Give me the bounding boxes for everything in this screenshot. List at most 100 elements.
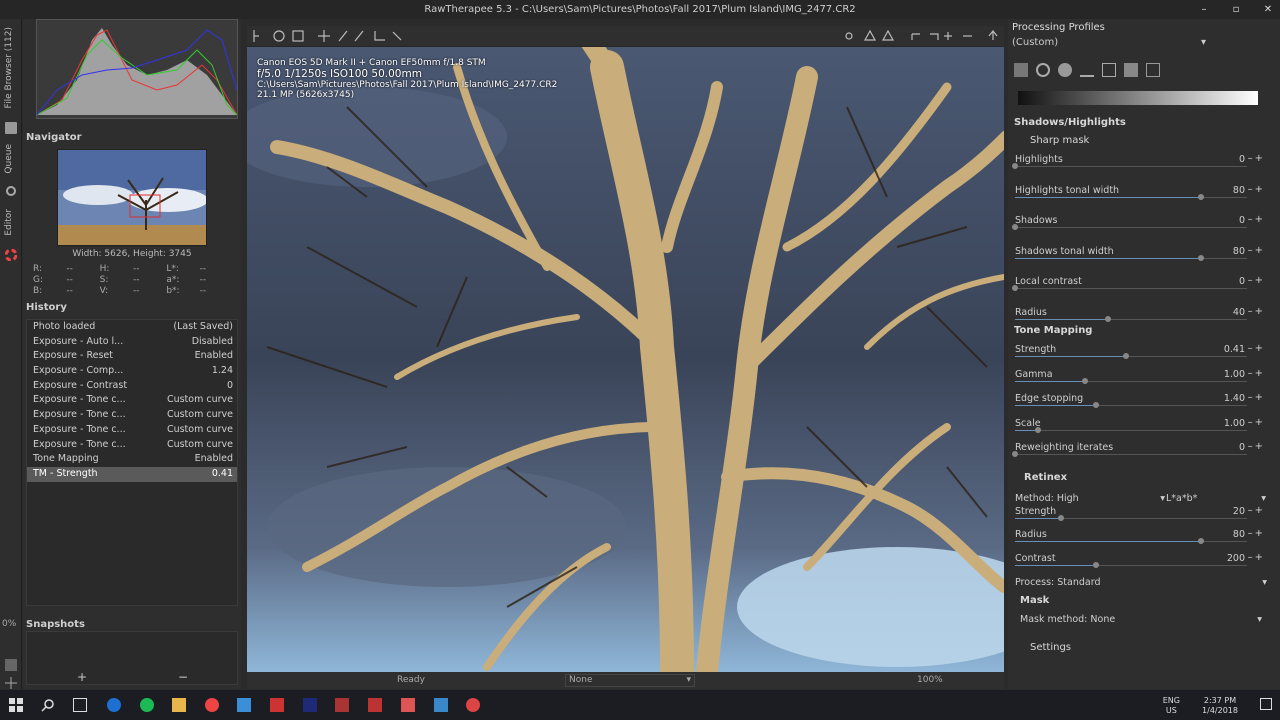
slider-handle[interactable] bbox=[1012, 224, 1018, 231]
minimize-button[interactable]: – bbox=[1198, 0, 1210, 19]
search-icon[interactable] bbox=[41, 698, 55, 712]
slider-handle[interactable] bbox=[1012, 285, 1018, 292]
transform-tab-icon[interactable] bbox=[1102, 63, 1116, 77]
stepper-buttons[interactable]: –+ bbox=[1248, 245, 1265, 256]
stepper-buttons[interactable]: –+ bbox=[1248, 306, 1265, 317]
slider-handle[interactable] bbox=[1093, 561, 1100, 568]
retinex-method-select[interactable]: Method: High ▾ bbox=[1015, 493, 1165, 504]
stepper-buttons[interactable]: –+ bbox=[1248, 392, 1265, 403]
history-item[interactable]: Photo loaded (Last Saved) bbox=[27, 320, 237, 335]
notification-icon[interactable] bbox=[1260, 698, 1272, 710]
windows-start-icon[interactable] bbox=[9, 698, 23, 712]
app-icon[interactable] bbox=[270, 698, 284, 712]
stepper-buttons[interactable]: –+ bbox=[1248, 528, 1265, 539]
history-item[interactable]: Exposure - Auto l... Disabled bbox=[27, 335, 237, 350]
slider-retinex[interactable]: Contrast 200 –+ bbox=[1015, 552, 1267, 577]
slider-shadows-highlights[interactable]: Highlights 0 –+ bbox=[1012, 153, 1267, 178]
add-snapshot-button[interactable]: + bbox=[77, 670, 87, 684]
slider-retinex[interactable]: Radius 80 –+ bbox=[1015, 528, 1267, 553]
stepper-buttons[interactable]: –+ bbox=[1248, 153, 1265, 164]
preview-profile-select[interactable]: None ▾ bbox=[565, 674, 695, 687]
slider-track[interactable] bbox=[1015, 561, 1247, 568]
history-item[interactable]: Exposure - Contrast 0 bbox=[27, 379, 237, 394]
slider-value[interactable]: 80 bbox=[1233, 529, 1245, 540]
slider-shadows-highlights[interactable]: Shadows 0 –+ bbox=[1012, 214, 1267, 239]
slider-track[interactable] bbox=[1015, 515, 1247, 521]
slider-track[interactable] bbox=[1012, 163, 1247, 169]
slider-shadows-highlights[interactable]: Shadows tonal width 80 –+ bbox=[1015, 245, 1267, 270]
stepper-buttons[interactable]: –+ bbox=[1248, 417, 1265, 428]
slider-track[interactable] bbox=[1015, 402, 1247, 409]
slider-shadows-highlights[interactable]: Radius 40 –+ bbox=[1015, 306, 1267, 331]
slider-shadows-highlights[interactable]: Highlights tonal width 80 –+ bbox=[1015, 184, 1267, 209]
clock-time[interactable]: 2:37 PM bbox=[1194, 696, 1246, 706]
slider-tone-mapping[interactable]: Edge stopping 1.40 –+ bbox=[1015, 392, 1267, 417]
history-item[interactable]: Exposure - Tone c... Custom curve bbox=[27, 423, 237, 438]
color-tab-icon[interactable] bbox=[1058, 63, 1072, 77]
history-item[interactable]: Exposure - Tone c... Custom curve bbox=[27, 393, 237, 408]
slider-track[interactable] bbox=[1012, 224, 1247, 231]
mask-method-select[interactable]: Mask method: None ▾ bbox=[1020, 614, 1262, 625]
stepper-buttons[interactable]: –+ bbox=[1248, 214, 1265, 225]
slider-value[interactable]: 0 bbox=[1239, 276, 1245, 287]
slider-value[interactable]: 0.41 bbox=[1224, 344, 1245, 355]
slider-value[interactable]: 1.40 bbox=[1224, 393, 1245, 404]
slider-handle[interactable] bbox=[1058, 515, 1065, 521]
stepper-buttons[interactable]: –+ bbox=[1248, 343, 1265, 354]
slider-value[interactable]: 80 bbox=[1233, 185, 1245, 196]
spotify-icon[interactable] bbox=[140, 698, 154, 712]
slider-track[interactable] bbox=[1015, 254, 1247, 261]
stepper-buttons[interactable]: –+ bbox=[1248, 184, 1265, 195]
slider-handle[interactable] bbox=[1104, 316, 1111, 322]
slider-tone-mapping[interactable]: Scale 1.00 –+ bbox=[1015, 417, 1267, 442]
tab-file-browser[interactable]: File Browser (112) bbox=[4, 27, 14, 108]
slider-track[interactable] bbox=[1015, 193, 1247, 200]
close-button[interactable]: ✕ bbox=[1262, 0, 1274, 19]
slider-value[interactable]: 20 bbox=[1233, 506, 1245, 517]
stepper-buttons[interactable]: –+ bbox=[1248, 368, 1265, 379]
slider-value[interactable]: 0 bbox=[1239, 154, 1245, 165]
tab-queue[interactable]: Queue bbox=[4, 144, 14, 174]
stepper-buttons[interactable]: –+ bbox=[1248, 441, 1265, 452]
history-item[interactable]: Exposure - Comp... 1.24 bbox=[27, 364, 237, 379]
clock-date[interactable]: 1/4/2018 bbox=[1194, 706, 1246, 716]
metadata-tab-icon[interactable] bbox=[1146, 63, 1160, 77]
history-item[interactable]: TM - Strength 0.41 bbox=[27, 466, 237, 482]
stepper-buttons[interactable]: –+ bbox=[1248, 275, 1265, 286]
slider-value[interactable]: 0 bbox=[1239, 215, 1245, 226]
slider-track[interactable] bbox=[1015, 353, 1247, 359]
move-icon[interactable] bbox=[5, 677, 17, 689]
wavelet-tab-icon[interactable] bbox=[1080, 63, 1094, 77]
maximize-button[interactable]: ▫ bbox=[1230, 0, 1242, 19]
history-item[interactable]: Exposure - Tone c... Custom curve bbox=[27, 438, 237, 453]
app-icon[interactable] bbox=[335, 698, 349, 712]
history-item[interactable]: Exposure - Tone c... Custom curve bbox=[27, 408, 237, 423]
slider-value[interactable]: 200 bbox=[1227, 553, 1245, 564]
slider-value[interactable]: 0 bbox=[1239, 442, 1245, 453]
remove-snapshot-button[interactable]: − bbox=[178, 670, 188, 684]
slider-tone-mapping[interactable]: Reweighting iterates 0 –+ bbox=[1012, 441, 1267, 466]
retinex-colorspace-select[interactable]: L*a*b* ▾ bbox=[1166, 493, 1266, 504]
retinex-process-select[interactable]: Process: Standard ▾ bbox=[1015, 577, 1267, 588]
photoshop-icon[interactable] bbox=[303, 698, 317, 712]
app-icon[interactable] bbox=[434, 698, 448, 712]
slider-tone-mapping[interactable]: Gamma 1.00 –+ bbox=[1015, 368, 1267, 393]
slider-track[interactable] bbox=[1012, 285, 1247, 292]
language-label[interactable]: ENG bbox=[1163, 696, 1180, 706]
photo-preview[interactable] bbox=[247, 47, 1004, 672]
slider-handle[interactable] bbox=[1012, 163, 1018, 169]
raw-tab-icon[interactable] bbox=[1124, 63, 1138, 77]
rawtherapee-icon[interactable] bbox=[466, 698, 480, 712]
region-label[interactable]: US bbox=[1163, 706, 1180, 716]
sharp-mask-checkbox[interactable]: Sharp mask bbox=[1030, 135, 1089, 146]
exposure-tab-icon[interactable] bbox=[1014, 63, 1028, 77]
slider-handle[interactable] bbox=[1035, 426, 1042, 433]
app-icon[interactable] bbox=[368, 698, 382, 712]
slider-handle[interactable] bbox=[1012, 451, 1018, 458]
edge-browser-icon[interactable] bbox=[107, 698, 121, 712]
tab-editor[interactable]: Editor bbox=[4, 209, 14, 236]
panel-toggle-icon[interactable] bbox=[5, 659, 17, 671]
slider-value[interactable]: 1.00 bbox=[1224, 369, 1245, 380]
slider-handle[interactable] bbox=[1197, 254, 1204, 261]
slider-handle[interactable] bbox=[1197, 538, 1204, 545]
